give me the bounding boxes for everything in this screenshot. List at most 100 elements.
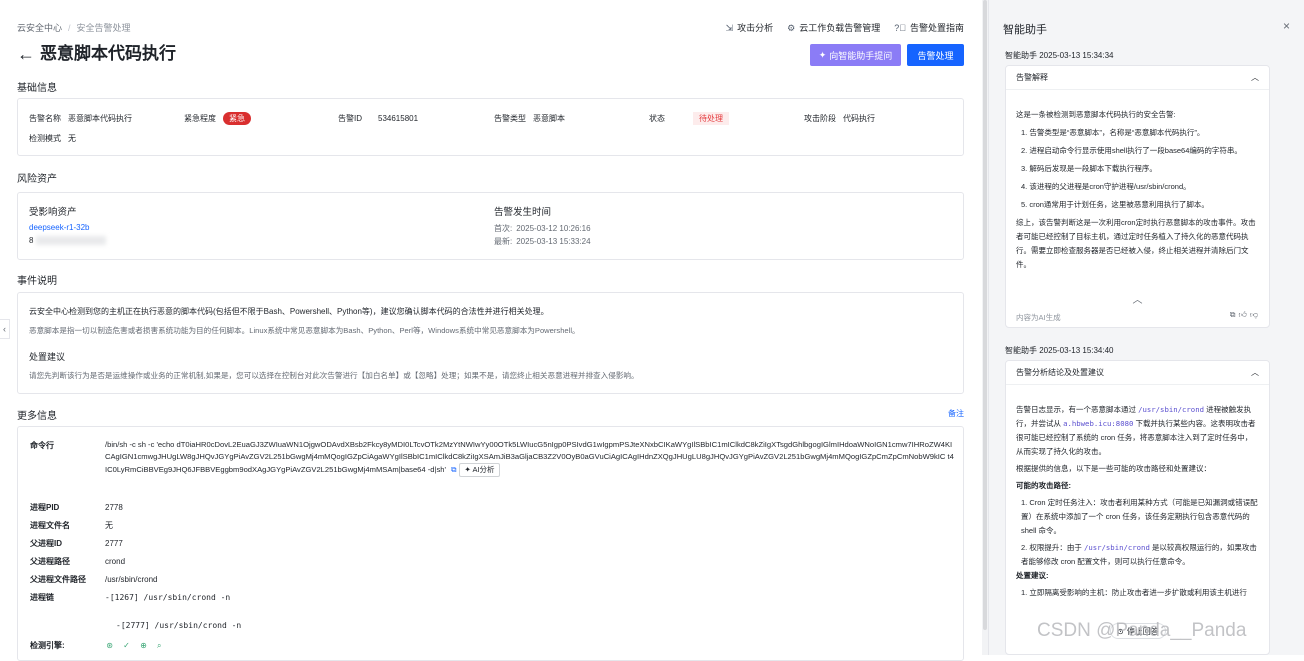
ppid-value: 2777 xyxy=(105,539,123,548)
alert-type-label: 告警类型 xyxy=(494,114,526,123)
assistant-panel: 智能助手 × 智能助手 2025-03-13 15:34:34 告警解释 ︿ 这是… xyxy=(988,0,1304,655)
event-heading: 事件说明 xyxy=(17,276,57,287)
basic-info-heading: 基础信息 xyxy=(17,83,57,94)
engine-label: 检测引擎: xyxy=(30,641,65,650)
breadcrumb: 云安全中心 / 安全告警处理 xyxy=(17,21,131,34)
last-time-label: 最新: xyxy=(494,237,513,246)
first-time-label: 首次: xyxy=(494,224,513,233)
chevron-up-icon[interactable]: ︿ xyxy=(1251,72,1259,83)
collapse-up-icon[interactable]: ︿ xyxy=(1006,291,1269,306)
asset-link[interactable]: deepseek-r1-32b xyxy=(29,223,89,232)
more-info-heading: 更多信息 xyxy=(17,411,57,422)
event-box: 云安全中心检测到您的主机正在执行恶意的脚本代码(包括但不限于Bash、Power… xyxy=(17,292,964,394)
attack-analysis-link[interactable]: ⇲ 攻击分析 xyxy=(726,21,774,34)
engine-icon-3: ⊕ xyxy=(140,641,147,650)
msg2-advice-heading: 处置建议: xyxy=(1016,571,1049,580)
ai-generated-note: 内容为AI生成 xyxy=(1016,313,1061,322)
risk-asset-box: 受影响资产 deepseek-r1-32b 8 告警发生时间 首次: 2025-0… xyxy=(17,192,964,260)
msg1-summary: 综上，该告警判断这是一次利用cron定时执行恶意脚本的攻击事件。攻击者可能已经控… xyxy=(1016,218,1256,269)
engine-icon-2: ✓ xyxy=(123,641,130,650)
msg1-item-2: 2. 进程启动命令行显示使用shell执行了一段base64编码的字符串。 xyxy=(1021,146,1242,155)
msg1-item-5: 5. cron通常用于计划任务，这里被恶意利用执行了脚本。 xyxy=(1021,200,1209,209)
msg1-intro: 这是一条被检测到恶意脚本代码执行的安全告警: xyxy=(1016,110,1176,119)
urgency-label: 紧急程度 xyxy=(184,114,216,123)
back-arrow-icon[interactable]: ← xyxy=(17,44,35,64)
collapse-left-icon[interactable]: ‹ xyxy=(0,319,10,339)
breadcrumb-separator: / xyxy=(68,23,71,33)
basic-info-box: 告警名称 恶意脚本代码执行 紧急程度 紧急 告警ID 534615801 告警类型 恶意… xyxy=(17,98,964,156)
sparkle-icon: ✦ xyxy=(818,49,827,60)
msg2-card: 告警分析结论及处置建议 ︿ 告警日志显示，有一个恶意脚本通过 /usr/sbin/… xyxy=(1005,360,1270,655)
pid-label: 进程PID xyxy=(30,503,60,512)
process-chain-1: -[1267] /usr/sbin/crond -n xyxy=(105,593,231,602)
page-title: 恶意脚本代码执行 xyxy=(40,44,176,63)
thumb-down-icon[interactable]: 👎︎ xyxy=(1250,310,1261,319)
process-chain-label: 进程链 xyxy=(30,593,54,602)
assistant-title: 智能助手 xyxy=(1003,24,1047,36)
process-chain-2: -[2777] /usr/sbin/crond -n xyxy=(116,621,242,630)
msg2-card-title: 告警分析结论及处置建议 xyxy=(1016,368,1104,377)
msg2-card-header[interactable]: 告警分析结论及处置建议 ︿ xyxy=(1006,361,1269,385)
cmd-value: /bin/sh -c sh -c 'echo dT0iaHR0cDovL2Eua… xyxy=(105,439,955,477)
alert-type-value: 恶意脚本 xyxy=(533,114,565,123)
advice-text: 请您先判断该行为是否是运维操作或业务的正常机制,如果是，您可以选择在控制台对此次… xyxy=(29,371,639,380)
ai-analysis-button[interactable]: ✦ AI分析 xyxy=(459,463,500,477)
cmd-text: /bin/sh -c sh -c 'echo dT0iaHR0cDovL2Eua… xyxy=(105,440,954,474)
last-time-value: 2025-03-13 15:33:24 xyxy=(516,237,591,246)
msg1-meta: 智能助手 2025-03-13 15:34:34 xyxy=(1005,51,1114,60)
more-info-box: 命令行 /bin/sh -c sh -c 'echo dT0iaHR0cDovL… xyxy=(17,426,964,661)
alert-name-label: 告警名称 xyxy=(29,114,61,123)
status-label: 状态 xyxy=(649,114,665,123)
process-file-value: 无 xyxy=(105,521,113,530)
copy-icon[interactable]: ⧉ xyxy=(1230,310,1239,319)
msg1-card-title: 告警解释 xyxy=(1016,73,1048,82)
parent-path-value: crond xyxy=(105,557,126,566)
first-time-value: 2025-03-12 10:26:16 xyxy=(516,224,591,233)
engine-icon-4: ⌕ xyxy=(157,641,162,650)
pid-value: 2778 xyxy=(105,503,123,512)
parent-file-path-value: /usr/sbin/crond xyxy=(105,575,158,584)
alert-time-title: 告警发生时间 xyxy=(494,207,552,218)
ask-ai-button[interactable]: ✦ 向智能助手提问 xyxy=(810,44,901,66)
event-desc-line1: 云安全中心检测到您的主机正在执行恶意的脚本代码(包括但不限于Bash、Power… xyxy=(29,307,549,316)
redacted-ip xyxy=(36,236,107,246)
msg1-card: 告警解释 ︿ 这是一条被检测到恶意脚本代码执行的安全告警: 1. 告警类型是“恶意… xyxy=(1005,65,1270,328)
msg1-item-3: 3. 解码后发现是一段脚本下载执行程序。 xyxy=(1021,164,1157,173)
advice-title: 处置建议 xyxy=(29,352,66,362)
msg2-path-heading: 可能的攻击路径: xyxy=(1016,481,1071,490)
handle-alert-button[interactable]: 告警处理 xyxy=(907,44,964,66)
thumb-up-icon[interactable]: 👍︎ xyxy=(1239,310,1250,319)
risk-asset-heading: 风险资产 xyxy=(17,174,57,185)
attack-stage-value: 代码执行 xyxy=(843,114,875,123)
alert-id-label: 告警ID xyxy=(338,114,362,123)
alert-name-value: 恶意脚本代码执行 xyxy=(68,114,132,123)
csdn-watermark: CSDN @Panda__Panda xyxy=(1037,620,1247,641)
attack-analysis-icon: ⇲ xyxy=(725,23,734,33)
note-link[interactable]: 备注 xyxy=(948,408,964,419)
scrollbar-thumb[interactable] xyxy=(983,0,987,630)
msg2-advice-1: 1. 立即隔离受影响的主机：防止攻击者进一步扩散或利用该主机进行 xyxy=(1021,588,1247,597)
close-icon[interactable]: × xyxy=(1283,19,1290,33)
msg1-item-1: 1. 告警类型是“恶意脚本”，名称是“恶意脚本代码执行”。 xyxy=(1021,128,1205,137)
msg1-card-header[interactable]: 告警解释 ︿ xyxy=(1006,66,1269,90)
msg2-meta: 智能助手 2025-03-13 15:34:40 xyxy=(1005,346,1114,355)
main-panel: 云安全中心 / 安全告警处理 ⇲ 攻击分析 ⚙ 云工作负载告警管理 ?⃝ 告警处置指南 ←… xyxy=(0,0,982,661)
msg2-p2: 根据提供的信息，以下是一些可能的攻击路径和处置建议： xyxy=(1016,464,1211,473)
asset-ip: 8 xyxy=(29,236,107,246)
event-desc-line2: 恶意脚本是指一切以制造危害或者损害系统功能为目的任何脚本。Linux系统中常见恶… xyxy=(29,326,580,335)
cmd-label: 命令行 xyxy=(30,441,54,450)
urgency-badge: 紧急 xyxy=(223,112,251,125)
msg2-body: 告警日志显示，有一个恶意脚本通过 /usr/sbin/crond 进程被触发执行… xyxy=(1006,385,1269,600)
process-file-label: 进程文件名 xyxy=(30,521,70,530)
engine-icon-1: ⊛ xyxy=(106,641,113,650)
attack-stage-label: 攻击阶段 xyxy=(804,114,836,123)
breadcrumb-root[interactable]: 云安全中心 xyxy=(17,23,62,33)
chevron-up-icon[interactable]: ︿ xyxy=(1251,367,1259,378)
workload-alert-mgmt-link[interactable]: ⚙ 云工作负载告警管理 xyxy=(787,21,880,34)
copy-icon[interactable]: ⧉ xyxy=(451,465,456,474)
msg2-path-1: 1. Cron 定时任务注入：攻击者利用某种方式（可能是已知漏洞或错误配置）在系… xyxy=(1021,498,1258,535)
feedback-icons: ⧉👍︎👎︎ xyxy=(1230,310,1261,320)
detect-mode-value: 无 xyxy=(68,134,76,143)
parent-path-label: 父进程路径 xyxy=(30,557,70,566)
alert-guide-link[interactable]: ?⃝ 告警处置指南 xyxy=(894,21,964,34)
